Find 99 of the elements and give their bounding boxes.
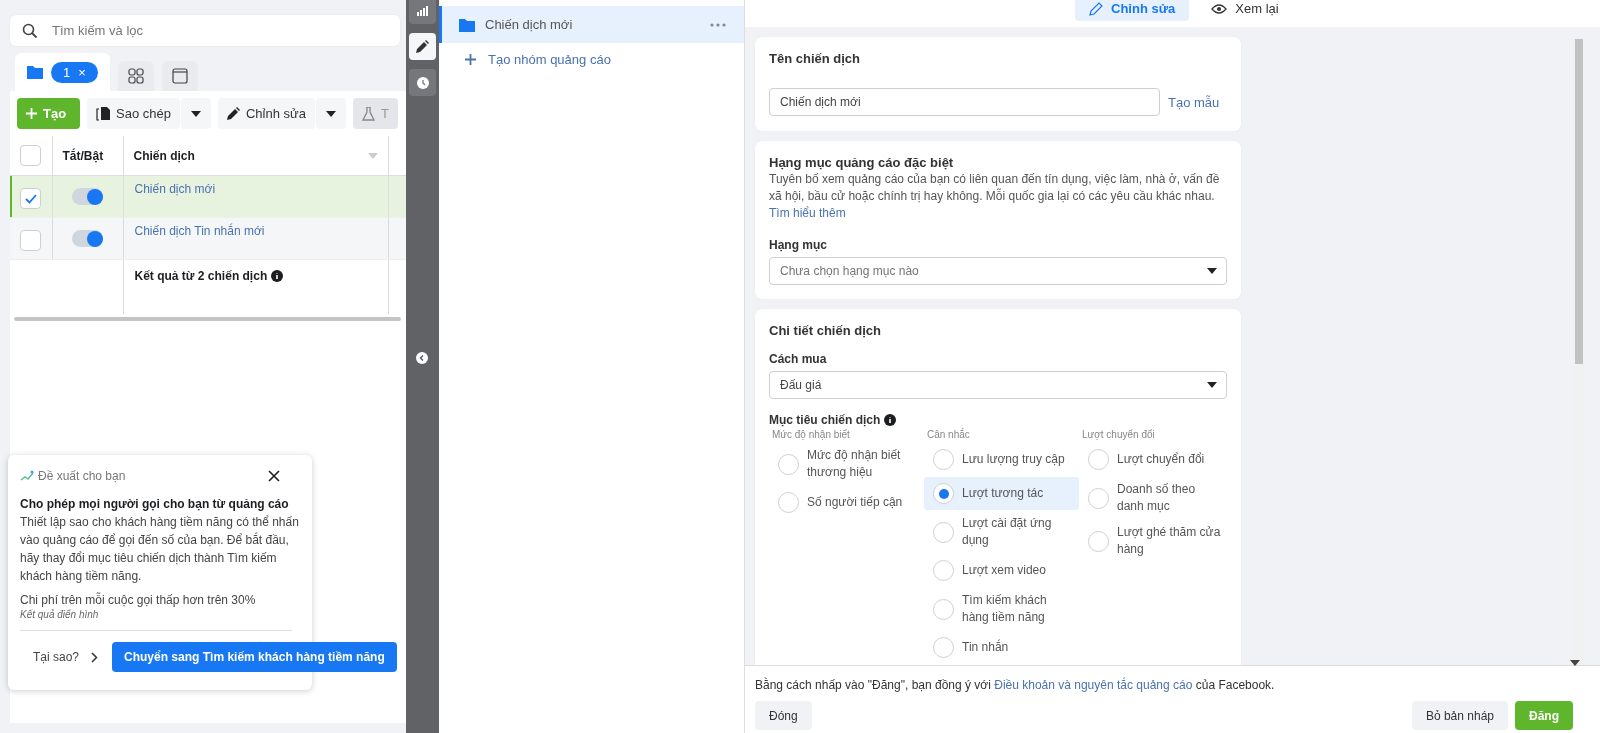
tool-button[interactable] bbox=[409, 33, 436, 60]
card-title: Tên chiến dịch bbox=[769, 51, 861, 66]
filter-tab[interactable] bbox=[117, 61, 154, 91]
toggle-switch[interactable] bbox=[72, 230, 103, 247]
eye-icon bbox=[1211, 3, 1228, 14]
chevron-right-icon bbox=[91, 651, 99, 663]
caret-icon bbox=[190, 110, 201, 117]
caret-icon bbox=[367, 152, 378, 159]
objective-option[interactable]: Số người tiếp cận bbox=[769, 486, 924, 519]
radio-button[interactable] bbox=[1088, 487, 1109, 509]
count-badge[interactable]: 1 × bbox=[51, 61, 98, 83]
bar-chart-icon bbox=[416, 5, 429, 16]
radio-button[interactable] bbox=[933, 449, 954, 470]
scrollbar[interactable] bbox=[1573, 39, 1585, 665]
caret-icon bbox=[1207, 268, 1217, 274]
objective-option[interactable]: Lưu lượng truy cập bbox=[924, 443, 1079, 476]
template-link[interactable]: Tạo mẫu bbox=[1168, 94, 1220, 110]
radio-button[interactable] bbox=[933, 560, 954, 581]
dropdown-button[interactable] bbox=[180, 98, 211, 129]
collapse-icon[interactable] bbox=[416, 352, 428, 364]
objective-option[interactable]: Lượt ghé thăm cửa hàng bbox=[1079, 520, 1229, 562]
objective-option[interactable]: Doanh số theo danh mục bbox=[1079, 477, 1229, 519]
radio-button[interactable] bbox=[933, 598, 954, 620]
add-ad-set-link[interactable]: Tạo nhóm quảng cáo bbox=[439, 43, 744, 67]
buying-type-dropdown[interactable]: Đấu giá bbox=[769, 371, 1227, 399]
scrollbar[interactable] bbox=[14, 317, 401, 321]
suggestion-title: Cho phép mọi người gọi cho bạn từ quảng cáo bbox=[20, 496, 290, 513]
radio-button[interactable] bbox=[778, 492, 799, 513]
group-heading: Mức độ nhận biết bbox=[772, 429, 851, 440]
toggle-switch[interactable] bbox=[72, 188, 103, 205]
terms-notice: Bằng cách nhấp vào "Đăng", bạn đồng ý với Điều khoản và nguyên tắc quảng cáo của Facebook. bbox=[755, 676, 1276, 692]
learn-more-link[interactable]: Tìm hiểu thêm bbox=[769, 206, 846, 220]
folder-icon bbox=[459, 17, 475, 32]
discard-draft-button[interactable]: Bỏ bản nháp bbox=[1411, 701, 1508, 730]
close-icon[interactable] bbox=[268, 470, 280, 482]
group-heading: Cân nhắc bbox=[927, 429, 971, 440]
dropdown-button[interactable] bbox=[315, 98, 346, 129]
sparkle-icon bbox=[20, 470, 34, 482]
checkbox[interactable] bbox=[20, 145, 42, 166]
card-title: Hạng mục quảng cáo đặc biệt bbox=[769, 155, 955, 170]
why-link[interactable]: Tại sao? bbox=[33, 650, 99, 664]
info-icon[interactable] bbox=[271, 270, 284, 282]
filter-tab[interactable]: 1 × bbox=[15, 53, 110, 91]
description-text: Tuyên bố xem quảng cáo của bạn có liên quan đến tín dụng, việc làm, nhà ở, vấn đề xã hội, bầu cử hoặc chính trị hay không. Mỗi quốc gia lại có các yêu cầu khác nhau. Tìm hiểu thêm bbox=[769, 171, 1221, 222]
edit-button[interactable]: Chỉnh sửa bbox=[217, 98, 315, 129]
field-label: Mục tiêu chiến dịch bbox=[769, 413, 881, 427]
copy-icon bbox=[96, 106, 110, 121]
plus-icon bbox=[465, 54, 476, 65]
objective-option[interactable]: Lượt tương tác bbox=[924, 477, 1079, 510]
radio-button[interactable] bbox=[933, 521, 954, 543]
suggestion-label: Đề xuất cho bạn bbox=[38, 469, 126, 483]
pencil-icon bbox=[1089, 1, 1103, 16]
window-icon[interactable] bbox=[171, 68, 188, 84]
search-field[interactable]: Tìm kiếm và lọc bbox=[10, 15, 400, 46]
grid-icon[interactable] bbox=[127, 68, 144, 84]
copy-button[interactable]: Sao chép bbox=[87, 98, 180, 129]
objective-option[interactable]: Tìm kiếm khách hàng tiềm năng bbox=[924, 588, 1079, 630]
filter-tab[interactable] bbox=[161, 61, 198, 91]
objective-option[interactable]: Tin nhắn bbox=[924, 631, 1079, 664]
checkbox[interactable] bbox=[20, 188, 42, 209]
view-tab[interactable]: Chỉnh sửa bbox=[1075, 0, 1190, 21]
field-label: Cách mua bbox=[769, 352, 828, 366]
more-icon[interactable] bbox=[710, 22, 726, 27]
info-icon[interactable] bbox=[884, 414, 897, 426]
view-tab[interactable]: Xem lại bbox=[1197, 0, 1293, 21]
group-heading: Lượt chuyển đổi bbox=[1082, 429, 1156, 440]
summary-text: Kết quả từ 2 chiến dịch bbox=[134, 269, 268, 283]
check-icon bbox=[24, 193, 37, 204]
folder-icon bbox=[27, 65, 43, 79]
pencil-icon bbox=[226, 107, 240, 120]
flask-icon bbox=[361, 106, 375, 121]
caret-icon bbox=[1207, 382, 1217, 388]
checkbox[interactable] bbox=[20, 230, 42, 251]
radio-button[interactable] bbox=[933, 483, 954, 504]
pencil-icon bbox=[416, 40, 429, 53]
field-label: Hạng mục bbox=[769, 238, 828, 252]
radio-button[interactable] bbox=[1088, 530, 1109, 552]
suggestion-text: Thiết lập sao cho khách hàng tiềm năng có thể nhấn vào quảng cáo để gọi đến số của bạn. Để bắt đầu, hãy thay đổi mục tiêu chiến dịch thành Tìm kiếm khách hàng tiềm năng. bbox=[20, 514, 300, 585]
radio-button[interactable] bbox=[1088, 449, 1109, 470]
objective-option[interactable]: Mức độ nhận biết thương hiệu bbox=[769, 443, 924, 485]
column-header: Chiến dịch bbox=[133, 148, 195, 163]
tree-item[interactable]: Chiến dịch mới bbox=[439, 6, 744, 43]
switch-objective-button[interactable]: Chuyển sang Tìm kiếm khách hàng tiềm năng bbox=[112, 642, 397, 672]
terms-link[interactable]: Điều khoản và nguyên tắc quảng cáo bbox=[994, 678, 1193, 692]
close-button[interactable]: Đóng bbox=[755, 701, 812, 730]
column-header: Tắt/Bật bbox=[52, 136, 123, 176]
objective-option[interactable]: Lượt cài đặt ứng dụng bbox=[924, 511, 1079, 553]
objective-option[interactable]: Lượt chuyển đổi bbox=[1079, 443, 1229, 476]
card-title: Chi tiết chiến dịch bbox=[769, 323, 882, 338]
category-dropdown[interactable]: Chưa chọn hạng mục nào bbox=[769, 257, 1227, 285]
objective-option[interactable]: Lượt xem video bbox=[924, 554, 1079, 587]
clock-icon bbox=[416, 76, 429, 89]
name-field[interactable]: Chiến dịch mới bbox=[769, 88, 1160, 116]
radio-button[interactable] bbox=[778, 453, 799, 475]
stat-text: Chi phí trên mỗi cuộc gọi thấp hơn trên 30% bbox=[20, 593, 257, 607]
plus-icon bbox=[26, 108, 37, 119]
caret-icon bbox=[325, 110, 336, 117]
radio-button[interactable] bbox=[933, 637, 954, 658]
note-text: Kết quả điển hình bbox=[20, 609, 100, 620]
